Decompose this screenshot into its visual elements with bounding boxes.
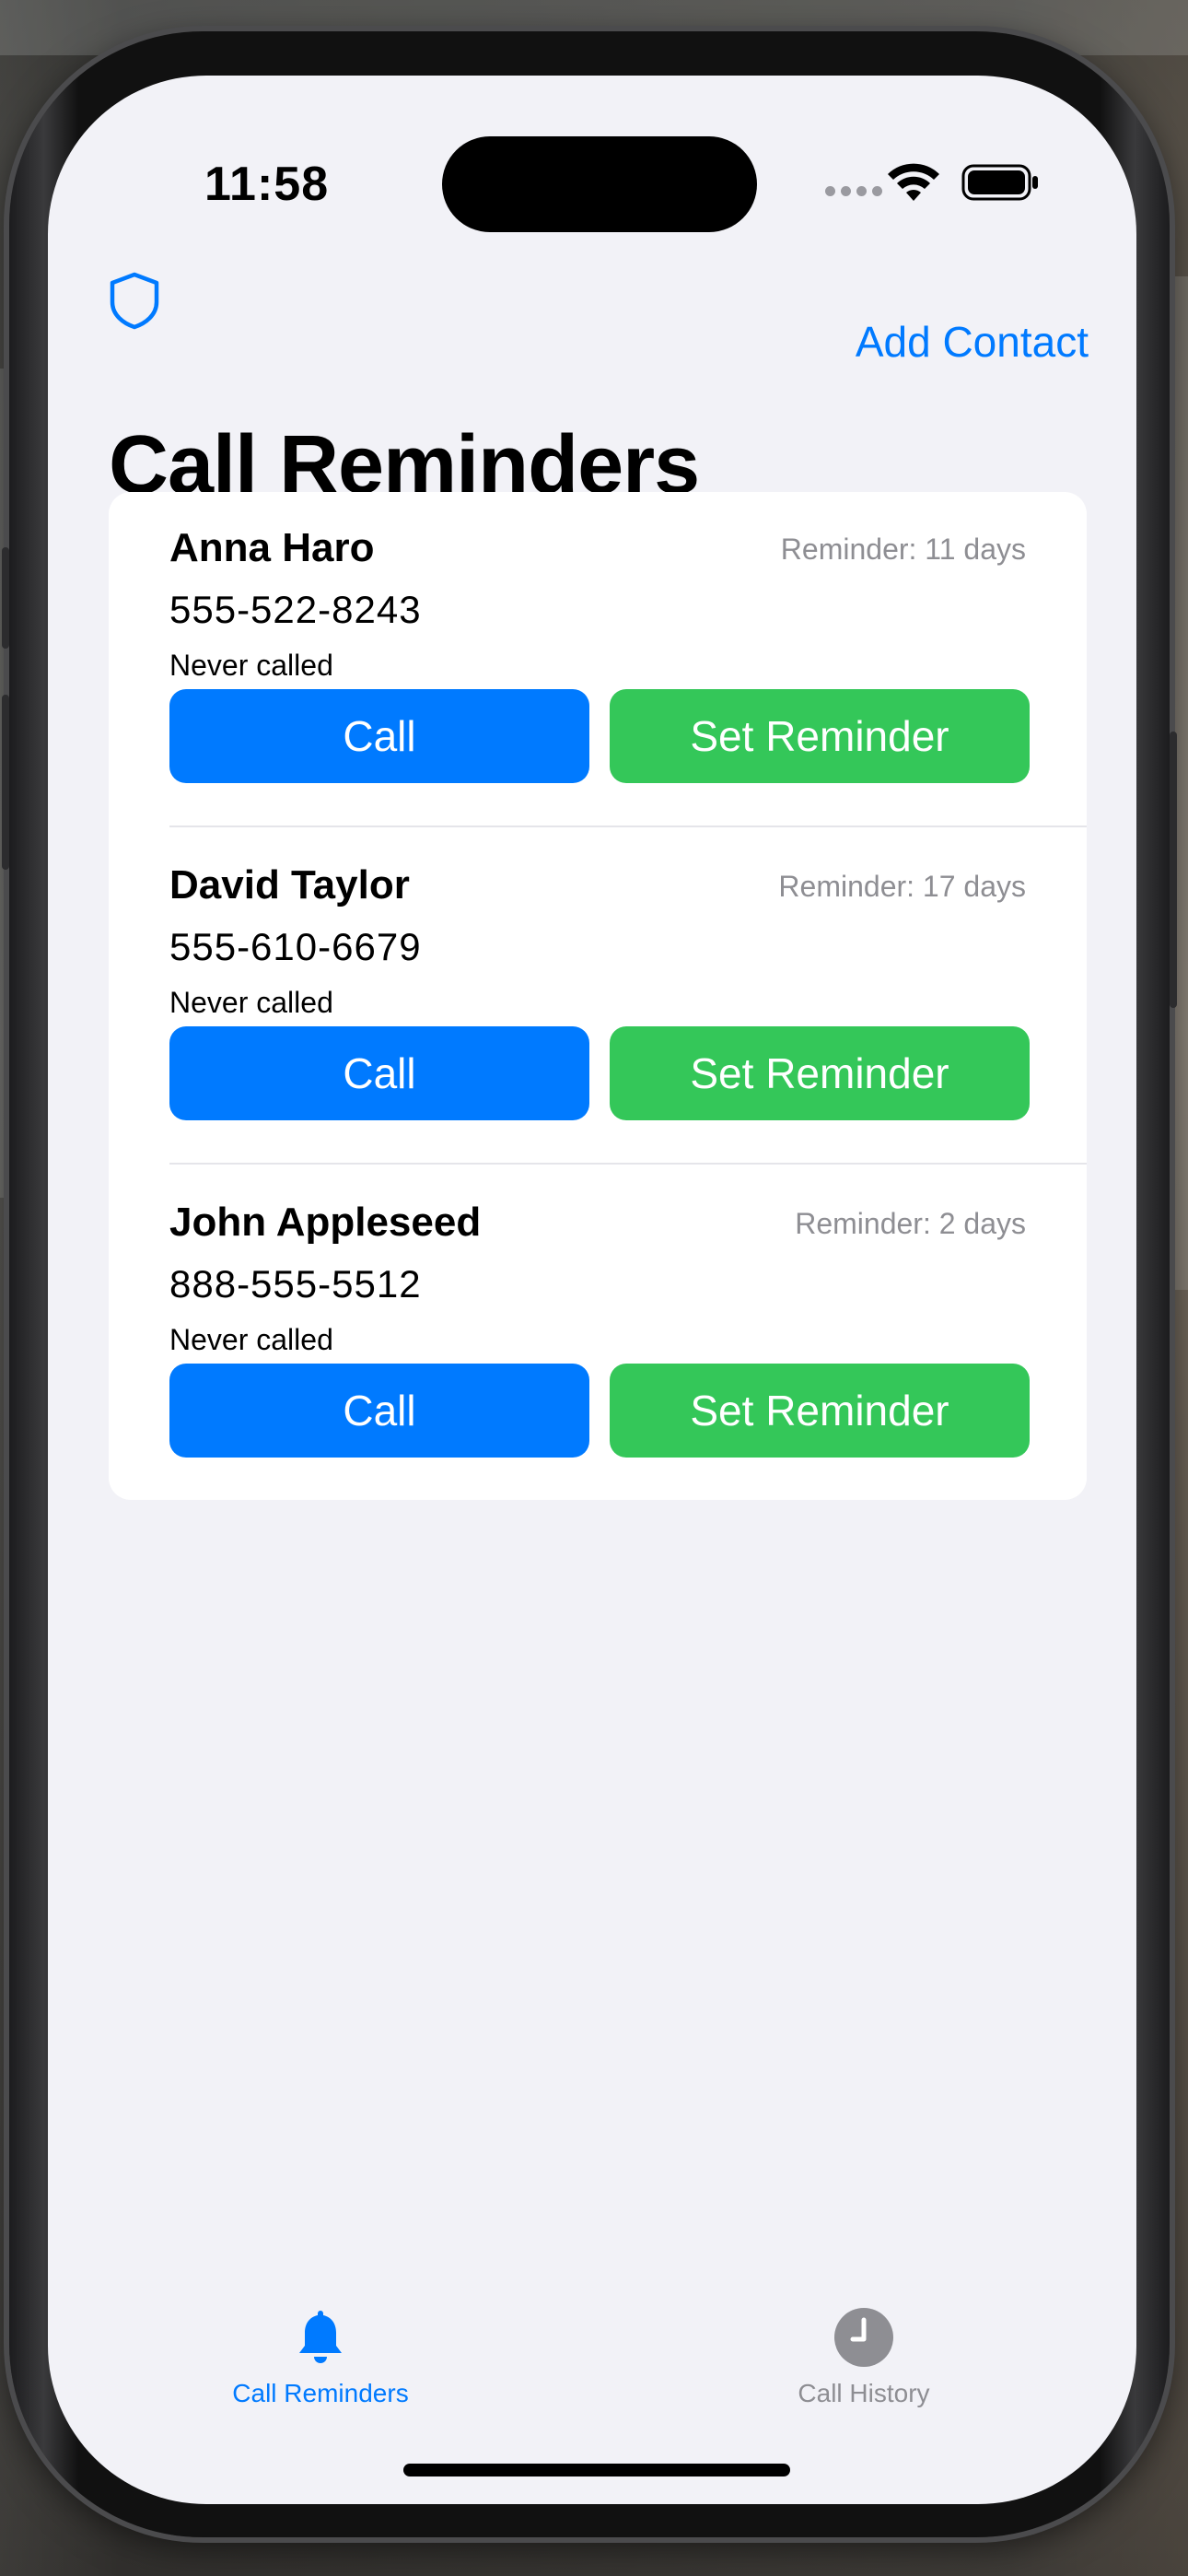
last-called-status: Never called: [169, 649, 333, 682]
contact-name: John Appleseed: [169, 1200, 482, 1245]
contact-phone: 888-555-5512: [169, 1262, 422, 1306]
tab-call-reminders[interactable]: Call Reminders: [182, 2305, 459, 2416]
contact-row: John Appleseed Reminder: 2 days 888-555-…: [169, 1166, 1087, 1502]
set-reminder-button[interactable]: Set Reminder: [610, 1026, 1030, 1120]
contact-name: David Taylor: [169, 862, 410, 907]
dynamic-island: [442, 136, 757, 232]
contact-phone: 555-610-6679: [169, 925, 422, 968]
tab-label: Call Reminders: [232, 2379, 409, 2407]
reminder-interval: Reminder: 2 days: [795, 1207, 1026, 1240]
wifi-icon: [888, 163, 939, 201]
call-button[interactable]: Call: [169, 1364, 589, 1458]
contact-row: David Taylor Reminder: 17 days 555-610-6…: [169, 829, 1087, 1165]
contact-row: Anna Haro Reminder: 11 days 555-522-8243…: [169, 492, 1087, 827]
home-indicator[interactable]: [403, 2464, 790, 2476]
row-divider: [169, 825, 1087, 827]
add-contact-button[interactable]: Add Contact: [856, 317, 1089, 367]
cellular-signal-icon: [825, 186, 882, 196]
set-reminder-button[interactable]: Set Reminder: [610, 1364, 1030, 1458]
shield-icon[interactable]: [109, 271, 160, 330]
status-time: 11:58: [204, 158, 330, 211]
battery-icon: [961, 164, 1038, 201]
last-called-status: Never called: [169, 986, 333, 1019]
reminder-interval: Reminder: 17 days: [778, 870, 1026, 903]
call-button[interactable]: Call: [169, 689, 589, 783]
tab-label: Call History: [798, 2379, 930, 2407]
contact-name: Anna Haro: [169, 525, 375, 570]
set-reminder-button[interactable]: Set Reminder: [610, 689, 1030, 783]
tab-call-history[interactable]: Call History: [726, 2305, 1002, 2416]
tab-bar: Call Reminders Call History: [48, 2305, 1136, 2416]
last-called-status: Never called: [169, 1323, 333, 1356]
contact-phone: 555-522-8243: [169, 588, 422, 631]
phone-frame: 11:58 Add Contact Call Reminders Anna Ha…: [2, 31, 1177, 2537]
row-divider: [169, 1163, 1087, 1165]
bell-icon: [299, 2311, 342, 2363]
clock-icon: [834, 2308, 893, 2367]
call-button[interactable]: Call: [169, 1026, 589, 1120]
app-screen: 11:58 Add Contact Call Reminders Anna Ha…: [48, 76, 1136, 2504]
contact-list: Anna Haro Reminder: 11 days 555-522-8243…: [109, 492, 1087, 1500]
reminder-interval: Reminder: 11 days: [780, 533, 1026, 566]
